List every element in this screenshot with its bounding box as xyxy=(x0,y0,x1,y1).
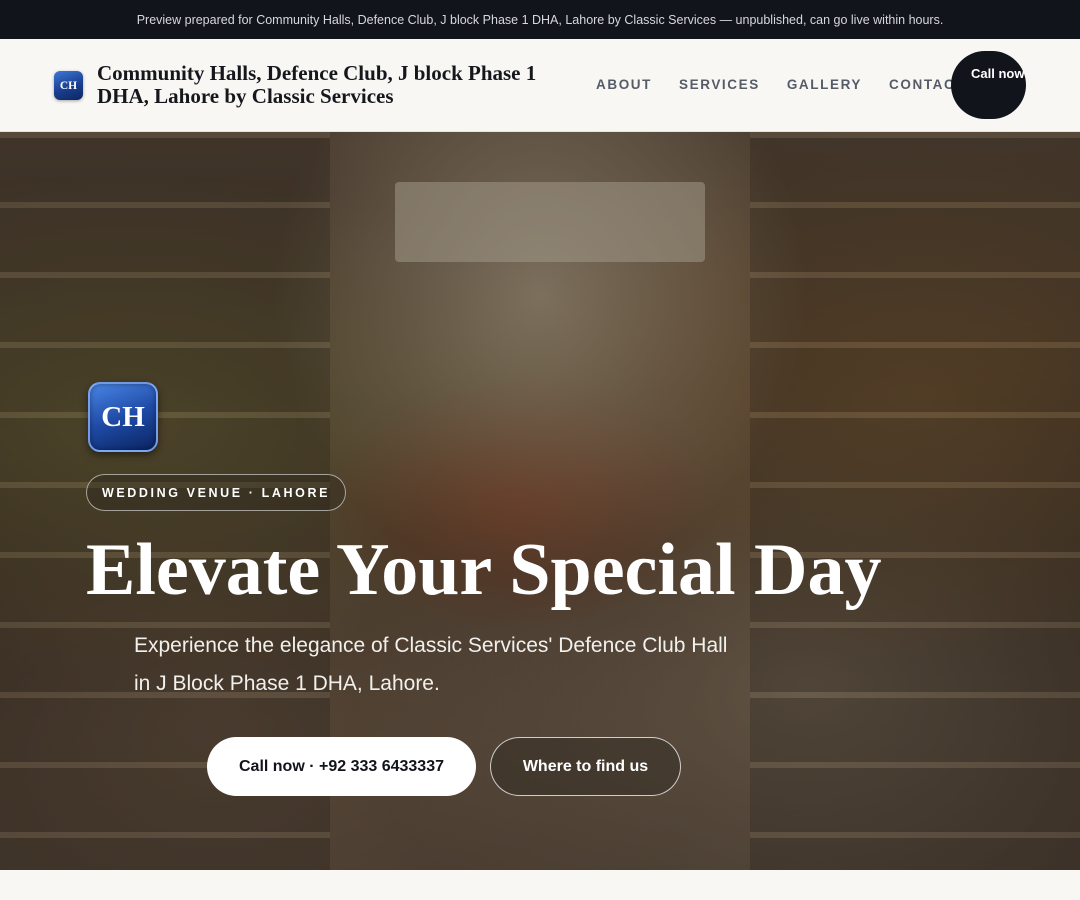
site-header: CH Community Halls, Defence Club, J bloc… xyxy=(0,39,1080,132)
hero-call-button[interactable]: Call now · +92 333 6433337 xyxy=(207,737,476,796)
next-section xyxy=(0,870,1080,900)
hero-directions-button[interactable]: Where to find us xyxy=(490,737,681,796)
logo-icon[interactable]: CH xyxy=(54,71,83,100)
hero-eyebrow-pill: WEDDING VENUE · LAHORE xyxy=(86,474,346,511)
preview-banner: Preview prepared for Community Halls, De… xyxy=(0,0,1080,39)
hero-headline: Elevate Your Special Day xyxy=(86,529,882,611)
brand-name[interactable]: Community Halls, Defence Club, J block P… xyxy=(97,62,577,108)
hero-logo-icon: CH xyxy=(88,382,158,452)
hero-section: CH WEDDING VENUE · LAHORE Elevate Your S… xyxy=(0,132,1080,870)
header-call-button[interactable]: Call now xyxy=(951,51,1026,119)
main-nav: ABOUT SERVICES GALLERY CONTACT xyxy=(596,77,965,92)
nav-services-link[interactable]: SERVICES xyxy=(679,77,760,92)
nav-about-link[interactable]: ABOUT xyxy=(596,77,652,92)
hero-subhead: Experience the elegance of Classic Servi… xyxy=(134,634,728,695)
preview-banner-text: Preview prepared for Community Halls, De… xyxy=(136,12,944,27)
nav-gallery-link[interactable]: GALLERY xyxy=(787,77,862,92)
